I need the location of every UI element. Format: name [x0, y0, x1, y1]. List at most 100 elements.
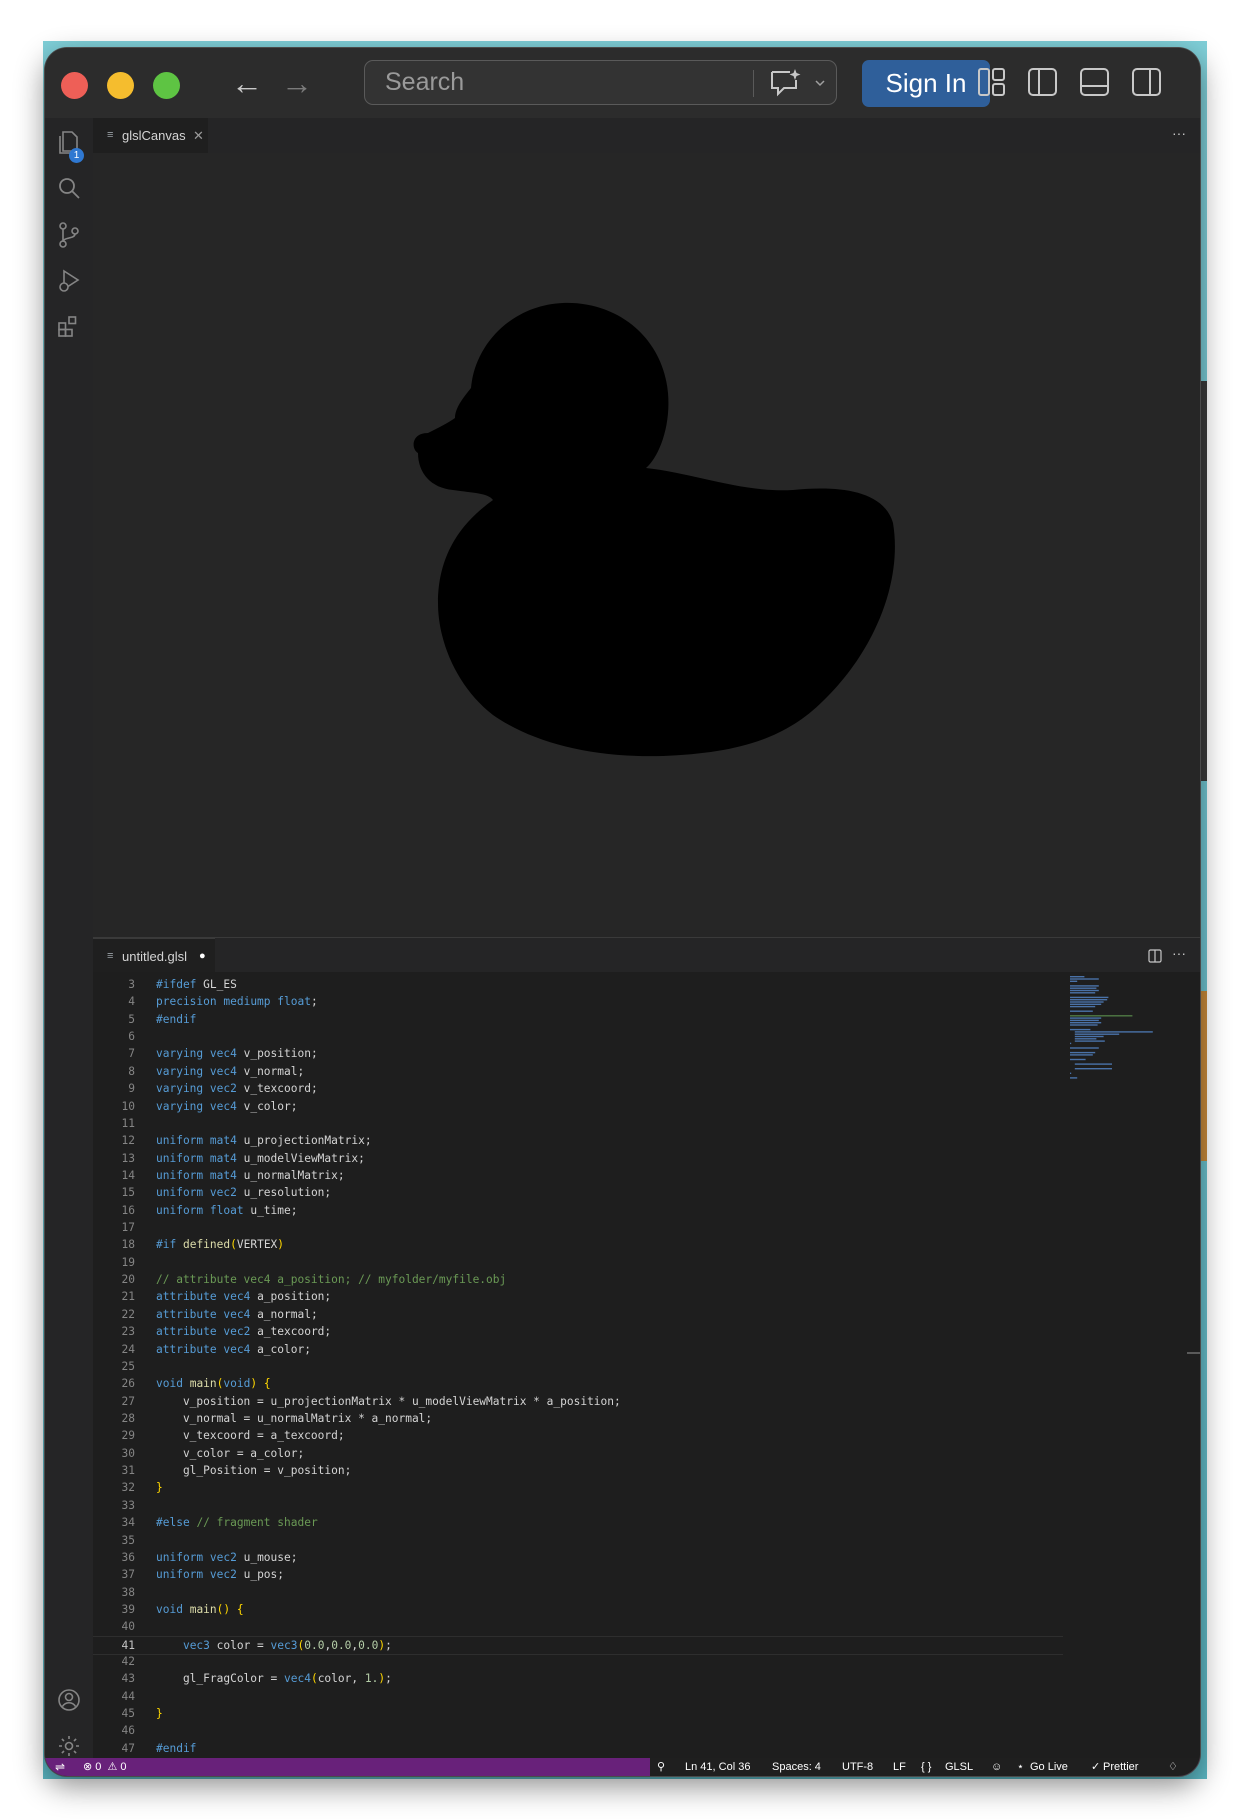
code-line[interactable]: 24 attribute vec4 a_color;	[93, 1341, 1063, 1358]
line-number: 24	[121, 1342, 135, 1356]
back-arrow-icon[interactable]: ←	[231, 66, 263, 100]
copilot-icon[interactable]: ☺	[991, 1758, 1002, 1776]
code-line[interactable]: 14 uniform mat4 u_normalMatrix;	[93, 1167, 1063, 1184]
problems-summary[interactable]: ⊗ 0 ⚠ 0	[83, 1758, 127, 1776]
command-center-search[interactable]: Search	[364, 60, 837, 105]
accounts-icon[interactable]	[57, 1688, 81, 1712]
tab-untitled-glsl[interactable]: ≡ untitled.glsl ●	[93, 938, 215, 973]
vscode-window: ← → Search Sign In 1 ≡ glslCanvas ✕ ··· …	[45, 48, 1200, 1776]
language-mode[interactable]: GLSL	[945, 1758, 973, 1776]
code-line[interactable]: 29 v_texcoord = a_texcoord;	[93, 1427, 1063, 1444]
line-text: #if defined(VERTEX)	[156, 1238, 285, 1252]
forward-arrow-icon[interactable]: →	[281, 66, 313, 100]
extensions-icon[interactable]	[57, 314, 81, 338]
code-line[interactable]: 5 #endif	[93, 1011, 1063, 1028]
go-live-button[interactable]: Go Live	[1030, 1758, 1068, 1776]
line-text: varying vec4 v_color;	[156, 1099, 298, 1113]
code-editor[interactable]: 3 #ifdef GL_ES 4 precision mediump float; 5 #…	[93, 972, 1200, 1758]
cursor-position[interactable]: Ln 41, Col 36	[685, 1758, 750, 1776]
more-actions-icon[interactable]: ···	[1172, 118, 1186, 148]
minimap-line	[1070, 980, 1078, 982]
toggle-primary-sidebar-icon[interactable]	[1027, 66, 1059, 98]
source-control-icon[interactable]	[57, 222, 81, 248]
code-line[interactable]: 26 void main(void) {	[93, 1375, 1063, 1392]
code-line[interactable]: 36 uniform vec2 u_mouse;	[93, 1549, 1063, 1566]
code-line[interactable]: 25	[93, 1358, 1063, 1375]
code-line[interactable]: 22 attribute vec4 a_normal;	[93, 1306, 1063, 1323]
search-icon[interactable]	[57, 176, 81, 200]
code-line[interactable]: 40	[93, 1618, 1063, 1635]
indentation[interactable]: Spaces: 4	[772, 1758, 821, 1776]
line-text: #else // fragment shader	[156, 1516, 318, 1530]
toggle-secondary-sidebar-icon[interactable]	[1131, 66, 1163, 98]
code-line[interactable]: 7 varying vec4 v_position;	[93, 1045, 1063, 1062]
settings-gear-icon[interactable]	[57, 1734, 81, 1758]
code-line[interactable]: 47 #endif	[93, 1740, 1063, 1757]
notifications-bell-icon[interactable]: ♢	[1168, 1758, 1178, 1776]
code-line[interactable]: 3 #ifdef GL_ES	[93, 976, 1063, 993]
code-line[interactable]: 33	[93, 1497, 1063, 1514]
code-line[interactable]: 19	[93, 1254, 1063, 1271]
code-line[interactable]: 23 attribute vec2 a_texcoord;	[93, 1323, 1063, 1340]
code-line[interactable]: 4 precision mediump float;	[93, 993, 1063, 1010]
code-line[interactable]: 20 // attribute vec4 a_position; // myfol…	[93, 1271, 1063, 1288]
code-line[interactable]: 39 void main() {	[93, 1601, 1063, 1618]
code-line[interactable]: 6	[93, 1028, 1063, 1045]
customize-layout-icon[interactable]	[977, 66, 1007, 98]
code-line[interactable]: 43 gl_FragColor = vec4(color, 1.);	[93, 1670, 1063, 1687]
line-number: 33	[121, 1498, 135, 1512]
maximize-window-button[interactable]	[153, 72, 180, 99]
code-line[interactable]: 8 varying vec4 v_normal;	[93, 1063, 1063, 1080]
error-icon: ⊗	[83, 1761, 93, 1773]
code-line[interactable]: 32}	[93, 1479, 1063, 1496]
run-debug-icon[interactable]	[57, 268, 81, 294]
line-number: 25	[121, 1359, 135, 1373]
code-line[interactable]: 44	[93, 1688, 1063, 1705]
code-line[interactable]: 21 attribute vec4 a_position;	[93, 1288, 1063, 1305]
sign-in-button[interactable]: Sign In	[862, 60, 990, 107]
minimize-window-button[interactable]	[107, 72, 134, 99]
line-ending[interactable]: LF	[893, 1758, 906, 1776]
glsl-canvas-preview[interactable]	[93, 153, 1200, 937]
unsaved-dot-icon[interactable]: ●	[199, 939, 206, 974]
code-line[interactable]: 37 uniform vec2 u_pos;	[93, 1566, 1063, 1583]
code-line[interactable]: 38	[93, 1584, 1063, 1601]
toggle-panel-icon[interactable]	[1079, 66, 1111, 98]
code-line[interactable]: 13 uniform mat4 u_modelViewMatrix;	[93, 1150, 1063, 1167]
code-line[interactable]: 18 #if defined(VERTEX)	[93, 1236, 1063, 1253]
line-number: 40	[121, 1620, 135, 1634]
code-line[interactable]: 41 vec3 color = vec3(0.0,0.0,0.0);	[93, 1635, 1063, 1655]
scrollbar-marker	[1187, 1352, 1200, 1354]
code-line[interactable]: 16 uniform float u_time;	[93, 1202, 1063, 1219]
tab-glslcanvas[interactable]: ≡ glslCanvas ✕	[93, 118, 208, 153]
code-line[interactable]: 30 v_color = a_color;	[93, 1445, 1063, 1462]
minimap[interactable]	[1068, 972, 1178, 1758]
code-line[interactable]: 11	[93, 1115, 1063, 1132]
line-text: uniform vec2 u_mouse;	[156, 1550, 298, 1564]
remote-indicator-icon[interactable]: ⇌	[55, 1758, 65, 1776]
code-line[interactable]: 27 v_position = u_projectionMatrix * u_m…	[93, 1393, 1063, 1410]
more-actions-icon[interactable]: ···	[1172, 938, 1186, 968]
code-line[interactable]: 46	[93, 1722, 1063, 1739]
close-window-button[interactable]	[61, 72, 88, 99]
code-line[interactable]: 34 #else // fragment shader	[93, 1514, 1063, 1531]
close-icon[interactable]: ✕	[193, 118, 204, 153]
chat-sparkle-icon[interactable]	[768, 67, 802, 99]
code-line[interactable]: 17	[93, 1219, 1063, 1236]
code-line[interactable]: 28 v_normal = u_normalMatrix * a_normal;	[93, 1410, 1063, 1427]
chevron-down-icon[interactable]	[815, 79, 825, 87]
code-line[interactable]: 35	[93, 1532, 1063, 1549]
split-editor-icon[interactable]	[1148, 949, 1162, 963]
zoom-search-icon[interactable]: ⚲	[657, 1758, 665, 1776]
code-line[interactable]: 10 varying vec4 v_color;	[93, 1098, 1063, 1115]
code-line[interactable]: 12 uniform mat4 u_projectionMatrix;	[93, 1132, 1063, 1149]
line-number: 13	[121, 1151, 135, 1165]
line-text: attribute vec2 a_texcoord;	[156, 1325, 332, 1339]
code-line[interactable]: 15 uniform vec2 u_resolution;	[93, 1184, 1063, 1201]
code-line[interactable]: 9 varying vec2 v_texcoord;	[93, 1080, 1063, 1097]
code-line[interactable]: 42	[93, 1653, 1063, 1670]
code-line[interactable]: 45}	[93, 1705, 1063, 1722]
prettier-button[interactable]: Prettier	[1103, 1758, 1138, 1776]
code-line[interactable]: 31 gl_Position = v_position;	[93, 1462, 1063, 1479]
encoding[interactable]: UTF-8	[842, 1758, 873, 1776]
